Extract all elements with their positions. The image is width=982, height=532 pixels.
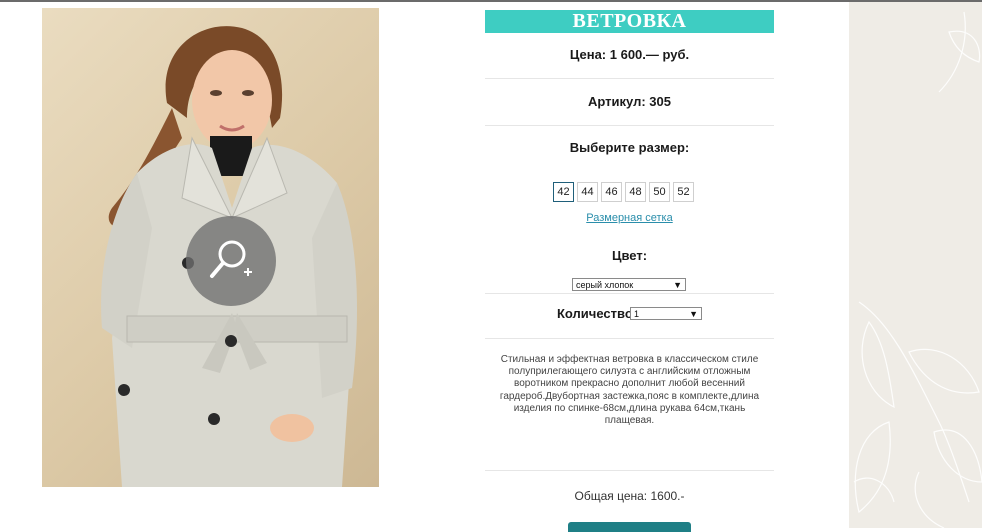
- color-select[interactable]: серый хлопок ▼: [572, 278, 686, 291]
- color-label: Цвет:: [611, 248, 648, 263]
- divider: [485, 338, 774, 339]
- floral-pattern: [853, 11, 982, 528]
- size-option-50[interactable]: 50: [649, 182, 670, 202]
- size-option-48[interactable]: 48: [625, 182, 646, 202]
- decorative-side-panel: [849, 2, 982, 528]
- zoom-button[interactable]: [186, 216, 276, 306]
- product-title: ВЕТРОВКА: [485, 10, 774, 33]
- choose-size-label: Выберите размер:: [569, 140, 690, 155]
- size-option-52[interactable]: 52: [673, 182, 694, 202]
- size-option-42[interactable]: 42: [553, 182, 574, 202]
- top-border: [0, 0, 982, 2]
- quantity-select[interactable]: 1 ▼: [630, 307, 702, 320]
- divider: [485, 293, 774, 294]
- article-text: Артикул: 305: [588, 94, 671, 109]
- zoom-in-icon: [210, 240, 252, 278]
- add-to-cart-button[interactable]: [568, 522, 691, 532]
- color-select-value: серый хлопок: [576, 280, 634, 290]
- product-photo[interactable]: [42, 8, 379, 487]
- product-description: Стильная и эффектная ветровка в классиче…: [499, 354, 760, 427]
- size-option-46[interactable]: 46: [601, 182, 622, 202]
- size-options: 42 44 46 48 50 52: [553, 182, 694, 202]
- size-option-44[interactable]: 44: [577, 182, 598, 202]
- quantity-select-value: 1: [634, 309, 640, 319]
- chevron-down-icon: ▼: [673, 280, 682, 290]
- divider: [485, 78, 774, 79]
- divider: [485, 470, 774, 471]
- size-chart-link[interactable]: Размерная сетка: [485, 212, 774, 224]
- quantity-label: Количество:: [557, 306, 638, 321]
- divider: [485, 125, 774, 126]
- total-price: Общая цена: 1600.-: [574, 489, 685, 503]
- chevron-down-icon: ▼: [689, 309, 698, 319]
- price-text: Цена: 1 600.— руб.: [569, 47, 690, 62]
